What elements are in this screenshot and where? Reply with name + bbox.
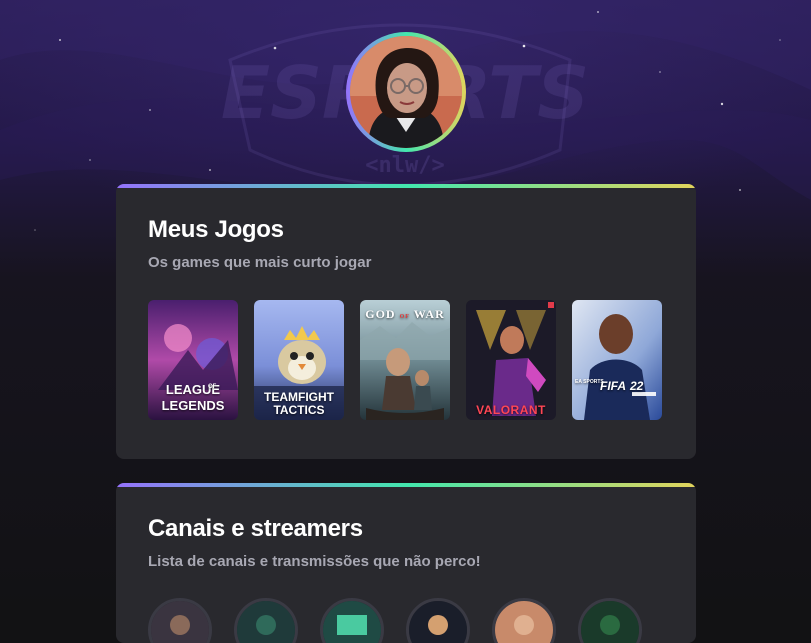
streamer-avatar-4[interactable] <box>406 598 470 643</box>
streamers-title: Canais e streamers <box>148 515 363 542</box>
streamer-photo-icon <box>409 601 467 643</box>
game-label-line1: GOD OF WAR <box>360 308 450 320</box>
streamers-list <box>148 598 642 643</box>
streamer-avatar-2[interactable] <box>234 598 298 643</box>
games-title: Meus Jogos <box>148 216 284 243</box>
game-label-line2: LEGENDS <box>161 398 225 413</box>
profile-avatar <box>350 36 462 148</box>
games-card: Meus Jogos Os games que mais curto jogar… <box>116 184 696 459</box>
streamer-photo-icon <box>237 601 295 643</box>
game-label-line1: VALORANT <box>476 403 546 417</box>
fifa-22-art-icon <box>572 300 662 420</box>
profile-avatar-ring <box>346 32 466 152</box>
streamer-avatar-1[interactable] <box>148 598 212 643</box>
game-cover-god-of-war[interactable]: GOD OF WAR <box>360 300 450 420</box>
game-title-god: GOD <box>365 307 396 321</box>
game-cover-fifa-22[interactable]: EA SPORTS FIFA 22 <box>572 300 662 420</box>
game-label-of: OF <box>208 384 217 390</box>
background-logo-sub: <nlw/> <box>365 153 444 178</box>
streamer-photo-icon <box>151 601 209 643</box>
streamer-photo-icon <box>581 601 639 643</box>
game-label-line1: TEAMFIGHT <box>264 390 334 404</box>
game-label-line1: FIFA <box>600 379 626 393</box>
game-label-line2: 22 <box>630 379 644 393</box>
card-gradient-border <box>116 184 696 188</box>
valorant-art-icon <box>466 300 556 420</box>
game-label-line1: LEAGUE <box>165 382 221 397</box>
game-cover-valorant[interactable]: VALORANT <box>466 300 556 420</box>
game-label-line2: TACTICS <box>273 403 325 417</box>
games-subtitle: Os games que mais curto jogar <box>148 254 372 271</box>
game-title-war: WAR <box>413 307 445 321</box>
game-cover-league-of-legends[interactable]: LEAGUE OF LEGENDS <box>148 300 238 420</box>
streamers-card: Canais e streamers Lista de canais e tra… <box>116 483 696 643</box>
streamer-avatar-5[interactable] <box>492 598 556 643</box>
streamer-avatar-3[interactable] <box>320 598 384 643</box>
card-gradient-border <box>116 483 696 487</box>
profile-photo-icon <box>350 36 462 148</box>
streamer-photo-icon <box>495 601 553 643</box>
streamers-subtitle: Lista de canais e transmissões que não p… <box>148 553 481 570</box>
streamer-photo-icon <box>323 601 381 643</box>
game-cover-teamfight-tactics[interactable]: TEAMFIGHT TACTICS <box>254 300 344 420</box>
games-list: LEAGUE OF LEGENDS TEAMFIGHT TACTICS GOD … <box>148 300 662 420</box>
game-title-of: OF <box>399 314 410 320</box>
streamer-avatar-6[interactable] <box>578 598 642 643</box>
